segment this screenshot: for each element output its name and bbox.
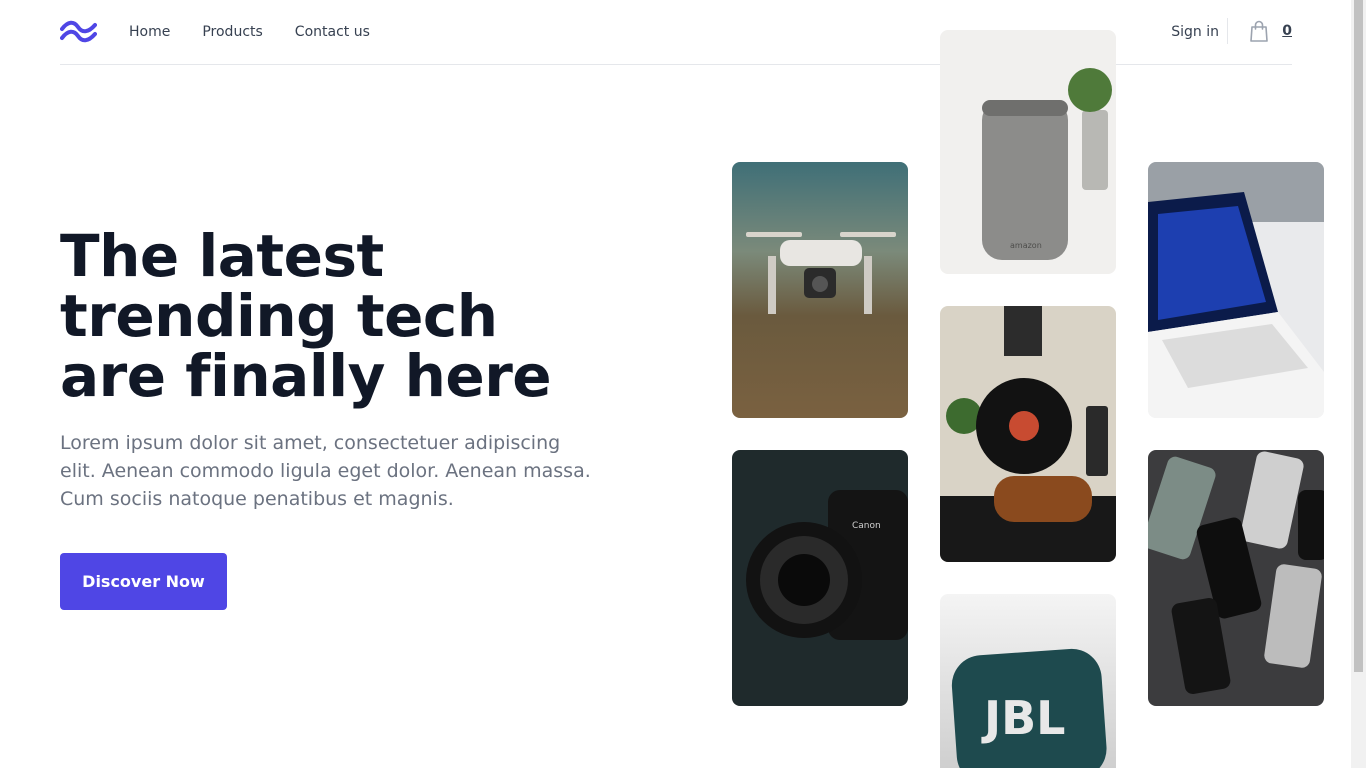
sign-in-link[interactable]: Sign in bbox=[1171, 24, 1219, 40]
jbl-speaker-image: JBL bbox=[940, 594, 1116, 768]
nav-home-link[interactable]: Home bbox=[129, 23, 170, 41]
hero-title: The latest trending tech are finally her… bbox=[60, 222, 552, 410]
smart-speaker-image: amazon bbox=[940, 30, 1116, 274]
laptop-image bbox=[1148, 162, 1324, 418]
main-nav: Home Products Contact us bbox=[129, 23, 402, 41]
header-divider bbox=[1227, 18, 1228, 44]
camera-image: Canon bbox=[732, 450, 908, 706]
discover-now-button[interactable]: Discover Now bbox=[60, 553, 227, 610]
drone-image bbox=[732, 162, 908, 418]
shopping-bag-icon bbox=[1250, 20, 1269, 42]
cart-count[interactable]: 0 bbox=[1282, 23, 1292, 39]
page-scrollbar[interactable] bbox=[1351, 0, 1366, 768]
hero-description: Lorem ipsum dolor sit amet, consectetuer… bbox=[60, 432, 591, 510]
record-player-image bbox=[940, 306, 1116, 562]
camera-brand-label: Canon bbox=[852, 521, 881, 531]
cart-button[interactable]: 0 bbox=[1249, 20, 1292, 42]
iphones-image bbox=[1148, 450, 1324, 706]
nav-contact-link[interactable]: Contact us bbox=[295, 23, 370, 41]
scrollbar-thumb[interactable] bbox=[1354, 0, 1363, 672]
jbl-brand-label: JBL bbox=[981, 691, 1066, 745]
nav-products-link[interactable]: Products bbox=[202, 23, 262, 41]
speaker-brand-label: amazon bbox=[1010, 241, 1042, 250]
logo-icon[interactable] bbox=[60, 19, 97, 45]
